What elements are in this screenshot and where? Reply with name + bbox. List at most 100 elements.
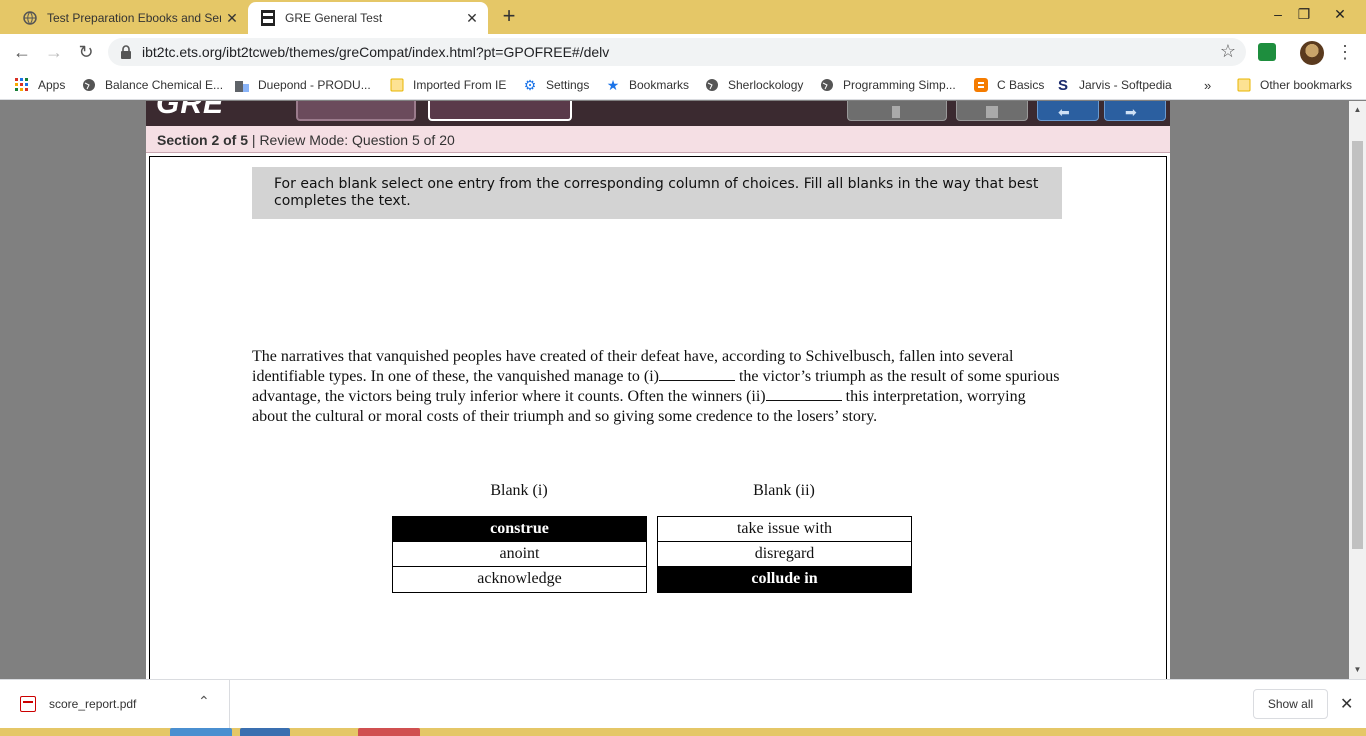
next-button[interactable]: ➡ [1104,101,1166,121]
bookmark-balance-chemical[interactable]: Balance Chemical E... [81,76,223,94]
bookmark-jarvis-softpedia[interactable]: S Jarvis - Softpedia [1055,76,1172,94]
taskbar-app[interactable] [170,728,232,736]
profile-avatar[interactable] [1300,41,1324,65]
chevron-up-icon[interactable]: ⌃ [198,693,210,710]
back-arrow-icon[interactable]: ← [10,40,34,64]
more-menu-icon[interactable]: ⋮ [1336,40,1354,64]
blank-ii-line [765,389,842,401]
scroll-down-arrow-icon[interactable]: ▼ [1352,664,1363,676]
blank-i-header: Blank (i) [490,482,548,499]
taskbar-app[interactable] [240,728,290,736]
choice-anoint[interactable]: anoint [393,542,646,567]
bookmark-duepond[interactable]: Duepond - PRODU... [234,76,371,94]
globe-icon [81,77,97,93]
ets-favicon-icon [260,10,276,26]
blogger-icon [973,77,989,93]
choice-collude-in[interactable]: collude in [658,567,911,592]
bookmark-programming-simplified[interactable]: Programming Simp... [819,76,956,94]
folder-icon [1236,77,1252,93]
bookmark-label: Bookmarks [629,78,690,92]
bookmarks-overflow-chevron[interactable]: » [1204,76,1211,94]
download-item[interactable]: score_report.pdf ⌃ [0,680,230,728]
reload-icon[interactable]: ↻ [74,40,98,64]
left-arrow-icon: ⬅ [1058,104,1070,120]
tab-title: GRE General Test [285,11,383,25]
os-taskbar [0,728,1366,736]
bookmark-imported-from-ie[interactable]: Imported From IE [389,76,506,94]
restore-icon[interactable]: ❐ [1294,4,1314,24]
exit-section-button[interactable] [847,101,947,121]
globe-icon [819,77,835,93]
pdf-file-icon [20,696,36,712]
show-all-downloads-button[interactable]: Show all [1253,689,1328,719]
choice-construe[interactable]: construe [393,517,646,542]
question-panel-border: For each blank select one entry from the… [149,156,1167,679]
bookmark-apps[interactable]: Apps [14,76,65,94]
header-timer-button[interactable] [296,101,416,121]
bookmark-star-icon[interactable]: ☆ [1220,41,1236,62]
mark-button[interactable] [956,101,1028,121]
star-icon: ★ [606,76,620,93]
tab-gre-general-test[interactable]: GRE General Test ✕ [248,2,488,34]
globe-icon [704,77,720,93]
gre-logo: GRE [156,101,225,120]
bookmark-label: Imported From IE [413,78,507,92]
bookmark-bookmarks[interactable]: ★ Bookmarks [605,76,689,94]
new-tab-plus-icon[interactable]: + [498,5,520,28]
taskbar-app[interactable] [358,728,420,736]
globe-icon [22,10,38,26]
blank-ii-choices: take issue with disregard collude in [657,516,912,593]
header-review-button[interactable] [428,101,572,121]
bookmark-flag-icon [986,106,998,118]
blank-ii-header: Blank (ii) [753,482,815,499]
blank-i-choices: construe anoint acknowledge [392,516,647,593]
scroll-up-arrow-icon[interactable]: ▲ [1352,104,1363,116]
download-shelf: score_report.pdf ⌃ Show all ✕ [0,679,1366,728]
bookmark-label: Settings [546,78,590,92]
section-status-text: Section 2 of 5 | Review Mode: Question 5… [157,132,455,148]
folder-icon [389,77,405,93]
right-arrow-icon: ➡ [1125,104,1137,120]
bookmarks-bar: Apps Balance Chemical E... Duepond - PRO… [0,70,1366,100]
tab-title: Test Preparation Ebooks and Ser [47,11,221,25]
bookmark-other-bookmarks[interactable]: Other bookmarks [1236,76,1352,94]
lock-icon [121,45,131,59]
bookmark-c-basics[interactable]: C Basics [973,76,1044,94]
gre-header-bar: GRE ⬅ ➡ [146,101,1170,126]
close-tab-icon[interactable]: ✕ [464,10,480,26]
minimize-icon[interactable]: – [1268,4,1288,24]
tab-test-preparation[interactable]: Test Preparation Ebooks and Ser ✕ [8,2,248,34]
exit-door-icon [892,106,900,118]
scrollbar-thumb[interactable] [1352,141,1363,549]
window-close-icon[interactable]: ✕ [1330,4,1350,24]
address-bar[interactable]: ibt2tc.ets.org/ibt2tcweb/themes/greCompa… [108,38,1246,66]
choice-disregard[interactable]: disregard [658,542,911,567]
extension-icon[interactable] [1258,43,1276,61]
bookmark-label: Duepond - PRODU... [258,78,371,92]
section-status-bar: Section 2 of 5 | Review Mode: Question 5… [146,126,1170,153]
question-panel: For each blank select one entry from the… [146,153,1170,679]
choice-take-issue-with[interactable]: take issue with [658,517,911,542]
instructions-box: For each blank select one entry from the… [252,167,1062,219]
bookmark-sherlockology[interactable]: Sherlockology [704,76,803,94]
building-icon [234,77,250,93]
forward-arrow-icon[interactable]: → [42,40,66,64]
browser-toolbar: ← → ↻ ibt2tc.ets.org/ibt2tcweb/themes/gr… [0,34,1366,70]
close-tab-icon[interactable]: ✕ [224,10,240,26]
softpedia-icon: S [1057,76,1068,94]
bookmark-label: Balance Chemical E... [105,78,224,92]
close-shelf-icon[interactable]: ✕ [1340,694,1353,714]
bookmark-label: Programming Simp... [843,78,956,92]
bookmark-label: Other bookmarks [1260,78,1353,92]
back-button[interactable]: ⬅ [1037,101,1099,121]
review-mode-label: | Review Mode: Question 5 of 20 [251,132,455,148]
browser-tab-strip: Test Preparation Ebooks and Ser ✕ GRE Ge… [0,0,1366,34]
question-passage: The narratives that vanquished peoples h… [252,347,1064,427]
url-text: ibt2tc.ets.org/ibt2tcweb/themes/greCompa… [142,44,610,60]
download-filename: score_report.pdf [49,697,137,711]
choice-acknowledge[interactable]: acknowledge [393,567,646,592]
page-scrollbar[interactable]: ▲ ▼ [1349,101,1366,679]
bookmark-label: C Basics [997,78,1045,92]
bookmark-settings[interactable]: ⚙ Settings [522,76,590,94]
gear-icon: ⚙ [523,76,537,93]
